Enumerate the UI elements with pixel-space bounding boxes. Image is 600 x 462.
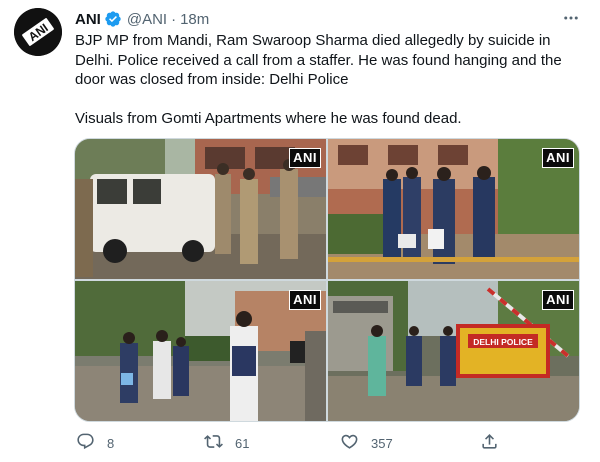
avatar[interactable]: ANI [14,8,62,56]
timestamp[interactable]: 18m [180,11,209,28]
barricade-text: DELHI POLICE [473,337,533,347]
reply-count: 8 [107,435,115,451]
heart-icon [340,432,359,454]
tweet-text: BJP MP from Mandi, Ram Swaroop Sharma di… [75,31,580,129]
share-icon [480,432,499,454]
retweet-icon [204,432,223,454]
media-photo-2[interactable]: ANI [328,139,579,279]
share-button[interactable] [480,432,499,454]
ani-watermark: ANI [289,290,321,310]
more-horizontal-icon[interactable] [558,6,584,30]
reply-icon [76,432,95,454]
ani-watermark: ANI [542,290,574,310]
tweet[interactable]: ANI ANI @ANI · 18m BJP MP from Mandi, Ra… [0,0,600,462]
author-handle[interactable]: @ANI [127,11,167,28]
ani-logo: ANI [14,8,62,56]
retweet-button[interactable]: 61 [204,432,249,454]
separator-dot: · [171,10,177,28]
like-button[interactable]: 357 [340,432,393,454]
like-count: 357 [371,435,393,451]
author-name[interactable]: ANI [75,11,101,28]
media-photo-1[interactable]: ANI [75,139,326,279]
verified-badge-icon [104,10,122,28]
media-photo-3[interactable]: ANI [75,281,326,421]
media-grid: ANI ANI ANI DELHI POLICE ANI [74,138,580,422]
retweet-count: 61 [235,435,250,451]
ani-watermark: ANI [542,148,574,168]
tweet-header: ANI @ANI · 18m [75,9,209,29]
tweet-paragraph: Visuals from Gomti Apartments where he w… [75,110,462,127]
ani-watermark: ANI [289,148,321,168]
tweet-actions: 8 61 357 [74,432,504,454]
tweet-paragraph: BJP MP from Mandi, Ram Swaroop Sharma di… [75,32,562,88]
media-photo-4[interactable]: DELHI POLICE ANI [328,281,579,421]
reply-button[interactable]: 8 [76,432,114,454]
